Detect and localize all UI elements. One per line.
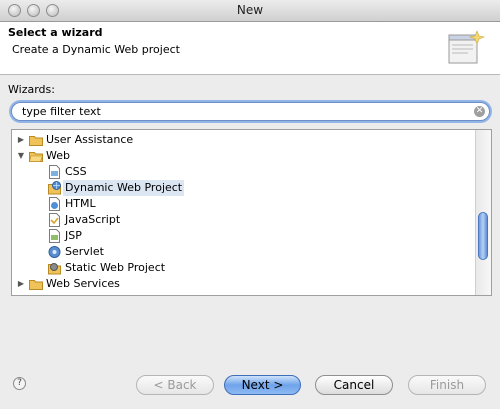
tree-item-static-web-project[interactable]: Static Web Project [12, 260, 477, 276]
filter-field[interactable]: ✕ [11, 102, 490, 121]
tree-item-web-services[interactable]: ▶ Web Services [12, 276, 477, 292]
finish-button[interactable]: Finish [408, 375, 486, 395]
tree-item-label: JavaScript [65, 213, 121, 226]
tree-item-label: User Assistance [46, 133, 134, 146]
next-button[interactable]: Next > [224, 375, 301, 395]
tree-item-css[interactable]: CSS [12, 164, 477, 180]
wizard-banner-icon [448, 30, 486, 64]
clear-search-icon[interactable]: ✕ [474, 106, 485, 117]
tree-item-user-assistance[interactable]: ▶ User Assistance [12, 132, 477, 148]
wizard-page-title: Select a wizard [8, 26, 103, 39]
tree-item-web[interactable]: ▼ Web [12, 148, 477, 164]
open-folder-icon [29, 152, 43, 162]
static-web-project-icon [48, 263, 61, 275]
html-file-icon [49, 197, 60, 211]
back-button[interactable]: < Back [136, 375, 214, 395]
filter-input[interactable] [22, 104, 462, 119]
window-title: New [236, 3, 264, 17]
jsp-file-icon [49, 229, 60, 243]
tree-item-dynamic-web-project[interactable]: Dynamic Web Project [12, 180, 477, 196]
wizard-header: Select a wizard Create a Dynamic Web pro… [0, 22, 500, 75]
tree-item-servlet[interactable]: Servlet [12, 244, 477, 260]
wizard-tree[interactable]: ▶ User Assistance ▼ Web CSS Dynamic Web … [11, 129, 492, 296]
web-project-icon [48, 181, 61, 195]
tree-item-label: Dynamic Web Project [63, 180, 185, 196]
expand-arrow-icon[interactable]: ▶ [16, 132, 26, 148]
tree-vertical-scrollbar[interactable] [475, 130, 491, 295]
title-bar: New [0, 0, 500, 22]
folder-icon [29, 280, 43, 290]
tree-item-label: Static Web Project [65, 261, 166, 274]
tree-item-jsp[interactable]: JSP [12, 228, 477, 244]
wizards-label: Wizards: [8, 83, 55, 96]
javascript-file-icon [49, 213, 60, 227]
tree-item-label: Servlet [65, 245, 104, 258]
scrollbar-thumb[interactable] [478, 212, 488, 260]
tree-item-label: JSP [65, 229, 82, 242]
help-icon[interactable]: ? [13, 377, 26, 390]
new-wizard-dialog: New Select a wizard Create a Dynamic Web… [0, 0, 500, 409]
tree-item-label: Web Services [46, 277, 120, 290]
tree-item-label: Web [46, 149, 70, 162]
css-file-icon [49, 165, 60, 179]
folder-icon [29, 136, 43, 146]
cancel-button[interactable]: Cancel [315, 375, 393, 395]
wizard-page-message: Create a Dynamic Web project [12, 43, 180, 56]
tree-item-label: HTML [65, 197, 96, 210]
tree-item-label: CSS [65, 165, 87, 178]
tree-item-html[interactable]: HTML [12, 196, 477, 212]
collapse-arrow-icon[interactable]: ▼ [16, 148, 26, 164]
expand-arrow-icon[interactable]: ▶ [16, 276, 26, 292]
tree-item-javascript[interactable]: JavaScript [12, 212, 477, 228]
servlet-icon [48, 246, 61, 258]
